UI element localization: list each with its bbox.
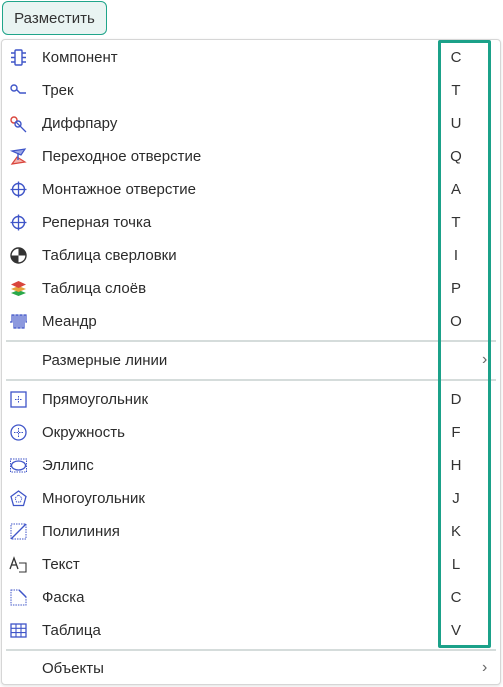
menu-item-label: Таблица слоёв — [42, 280, 147, 297]
component-icon — [9, 48, 28, 67]
shortcut-key: T — [451, 82, 461, 99]
shortcut-key: H — [450, 457, 462, 474]
menu-item-ellipse[interactable]: Эллипс H — [2, 449, 500, 482]
menu-item-label: Прямоугольник — [42, 391, 149, 408]
menu-item-label: Трек — [42, 82, 74, 99]
shortcut-key: V — [450, 622, 461, 639]
drill-table-icon — [9, 246, 28, 265]
shortcut-key: T — [451, 214, 461, 231]
fiducial-icon — [9, 213, 28, 232]
diffpair-icon — [9, 114, 28, 133]
chevron-right-icon: › — [482, 351, 488, 368]
mounting-hole-icon — [9, 180, 28, 199]
menu-item-via[interactable]: Переходное отверстие Q — [2, 140, 500, 173]
shortcut-key: F — [451, 424, 461, 441]
menu-item-label: Окружность — [42, 424, 125, 441]
menu-item-label: Размерные линии — [42, 352, 168, 369]
meander-icon — [9, 312, 28, 331]
menu-item-drill-table[interactable]: Таблица сверловки I — [2, 239, 500, 272]
shortcut-key: Q — [450, 148, 462, 165]
menu-item-circle[interactable]: Окружность F — [2, 416, 500, 449]
shortcut-key: P — [450, 280, 461, 297]
menu-item-label: Монтажное отверстие — [42, 181, 196, 198]
menu-divider — [6, 340, 496, 342]
shortcut-key: A — [450, 181, 461, 198]
ellipse-icon — [9, 456, 28, 475]
shortcut-key: L — [451, 556, 461, 573]
shortcut-key: K — [450, 523, 461, 540]
text-icon — [9, 555, 28, 574]
menu-item-chamfer[interactable]: Фаска C — [2, 581, 500, 614]
menu-item-diffpair[interactable]: Диффпару U — [2, 107, 500, 140]
menu-item-label: Переходное отверстие — [42, 148, 202, 165]
menu-item-track[interactable]: Трек T — [2, 74, 500, 107]
menu-item-text[interactable]: Текст L — [2, 548, 500, 581]
track-icon — [9, 81, 28, 100]
submenu-objects[interactable]: Объекты › — [2, 652, 500, 685]
menu-item-label: Меандр — [42, 313, 97, 330]
shortcut-key: O — [450, 313, 462, 330]
shortcut-key: I — [453, 247, 459, 264]
shortcut-key: U — [450, 115, 462, 132]
via-icon — [9, 147, 28, 166]
menu-item-meander[interactable]: Меандр O — [2, 305, 500, 338]
menu-item-label: Фаска — [42, 589, 85, 606]
menu-item-mounting-hole[interactable]: Монтажное отверстие A — [2, 173, 500, 206]
menu-item-polygon[interactable]: Многоугольник J — [2, 482, 500, 515]
menu-item-rectangle[interactable]: Прямоугольник D — [2, 383, 500, 416]
table-icon — [9, 621, 28, 640]
chamfer-icon — [9, 588, 28, 607]
circle-icon — [9, 423, 28, 442]
menu-item-label: Эллипс — [42, 457, 94, 474]
menu-divider — [6, 649, 496, 651]
menu-divider — [6, 379, 496, 381]
menu-item-label: Таблица сверловки — [42, 247, 177, 264]
menu-item-label: Таблица — [42, 622, 101, 639]
place-menu-button[interactable]: Разместить — [2, 1, 107, 35]
menu-item-label: Объекты — [42, 660, 104, 677]
menu-item-label: Полилиния — [42, 523, 120, 540]
rectangle-icon — [9, 390, 28, 409]
menu-item-label: Реперная точка — [42, 214, 152, 231]
place-dropdown-menu: Компонент C Трек T Диффпару U Переходное… — [1, 39, 501, 685]
polygon-icon — [9, 489, 28, 508]
shortcut-key: C — [450, 589, 462, 606]
menu-item-label: Многоугольник — [42, 490, 145, 507]
layer-table-icon — [9, 279, 28, 298]
shortcut-key: D — [450, 391, 462, 408]
submenu-dimension-lines[interactable]: Размерные линии › — [2, 344, 500, 377]
shortcut-key: C — [450, 49, 462, 66]
shortcut-key: J — [452, 490, 460, 507]
chevron-right-icon: › — [482, 659, 488, 676]
menu-item-component[interactable]: Компонент C — [2, 41, 500, 74]
menu-item-layer-table[interactable]: Таблица слоёв P — [2, 272, 500, 305]
menu-item-label: Диффпару — [42, 115, 118, 132]
menu-item-label: Компонент — [42, 49, 118, 66]
menu-item-label: Текст — [42, 556, 80, 573]
polyline-icon — [9, 522, 28, 541]
menu-item-table[interactable]: Таблица V — [2, 614, 500, 647]
menu-item-fiducial[interactable]: Реперная точка T — [2, 206, 500, 239]
menu-item-polyline[interactable]: Полилиния K — [2, 515, 500, 548]
